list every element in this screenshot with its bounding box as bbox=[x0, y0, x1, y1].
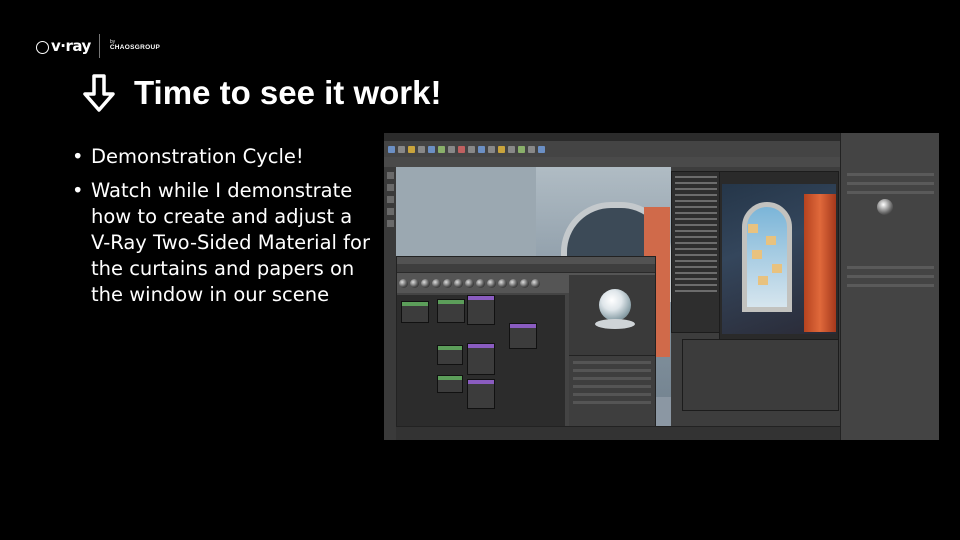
shader-node bbox=[467, 295, 495, 325]
tool-icon bbox=[386, 208, 394, 215]
outliner-panel bbox=[671, 171, 721, 333]
attribute-swatch bbox=[877, 199, 893, 215]
toolbar-icon bbox=[468, 145, 475, 153]
toolbar-icon bbox=[498, 145, 505, 153]
logo-company-text: CHAOSGROUP bbox=[109, 44, 161, 52]
preview-base bbox=[595, 319, 635, 329]
property-editor bbox=[569, 355, 655, 428]
render-settings-panel bbox=[682, 339, 839, 411]
tool-icon bbox=[386, 184, 394, 191]
attribute-editor bbox=[840, 133, 939, 440]
bullet-item: • Watch while I demonstrate how to create… bbox=[70, 178, 370, 308]
toolbar-icon bbox=[418, 145, 425, 153]
render-paper bbox=[748, 224, 758, 233]
vray-frame-buffer bbox=[719, 171, 839, 341]
toolbar-icon bbox=[388, 145, 395, 153]
vray-wordmark: v·ray bbox=[36, 37, 91, 55]
viewport-wall bbox=[396, 167, 536, 267]
shader-node bbox=[437, 345, 463, 365]
shader-node bbox=[401, 301, 429, 323]
tool-icon bbox=[386, 196, 394, 203]
render-paper bbox=[752, 250, 762, 259]
bullet-dot-icon: • bbox=[72, 179, 84, 202]
toolbar-icon bbox=[448, 145, 455, 153]
toolbar-icon bbox=[398, 145, 405, 153]
slide-header: Time to see it work! bbox=[82, 74, 441, 112]
bullet-list: • Demonstration Cycle! • Watch while I dem… bbox=[70, 144, 370, 316]
bullet-text: Demonstration Cycle! bbox=[91, 145, 304, 168]
page-title: Time to see it work! bbox=[134, 74, 442, 111]
shader-node bbox=[467, 343, 495, 375]
vray-brand-text: v·ray bbox=[51, 37, 91, 55]
hypershade-titlebar bbox=[397, 257, 655, 264]
shader-node bbox=[509, 323, 537, 349]
render-paper bbox=[772, 264, 782, 273]
toolbar-icon bbox=[438, 145, 445, 153]
timeline-bar bbox=[396, 426, 840, 440]
toolbar-icon bbox=[538, 145, 545, 153]
chaosgroup-logo: by CHAOSGROUP bbox=[110, 40, 160, 52]
maya-screenshot bbox=[384, 133, 939, 440]
toolbar-icon bbox=[518, 145, 525, 153]
toolbar-icon bbox=[408, 145, 415, 153]
material-preview bbox=[569, 275, 655, 355]
hypershade-window bbox=[396, 256, 656, 428]
tool-icon bbox=[386, 220, 394, 227]
render-paper bbox=[766, 236, 776, 245]
node-editor bbox=[397, 295, 565, 427]
toolbar-icon bbox=[458, 145, 465, 153]
vray-circle-icon bbox=[36, 40, 49, 54]
bullet-text: Watch while I demonstrate how to create … bbox=[91, 179, 370, 306]
render-image bbox=[722, 184, 836, 334]
shader-node bbox=[467, 379, 495, 409]
arrow-down-icon bbox=[83, 74, 115, 112]
render-curtain bbox=[804, 194, 836, 332]
vray-logo: v·ray by CHAOSGROUP bbox=[36, 34, 160, 58]
bullet-dot-icon: • bbox=[72, 145, 84, 168]
bullet-item: • Demonstration Cycle! bbox=[70, 144, 370, 170]
tool-icon bbox=[386, 172, 394, 179]
toolbar-icon bbox=[528, 145, 535, 153]
shader-node bbox=[437, 375, 463, 393]
render-paper bbox=[758, 276, 768, 285]
shader-node bbox=[437, 299, 465, 323]
hypershade-menu bbox=[397, 264, 655, 273]
toolbar-icon bbox=[488, 145, 495, 153]
toolbar-icon bbox=[428, 145, 435, 153]
preview-sphere bbox=[599, 289, 631, 321]
logo-divider bbox=[98, 34, 100, 58]
toolbar-icon bbox=[508, 145, 515, 153]
render-window bbox=[742, 202, 792, 312]
toolbar-icon bbox=[478, 145, 485, 153]
